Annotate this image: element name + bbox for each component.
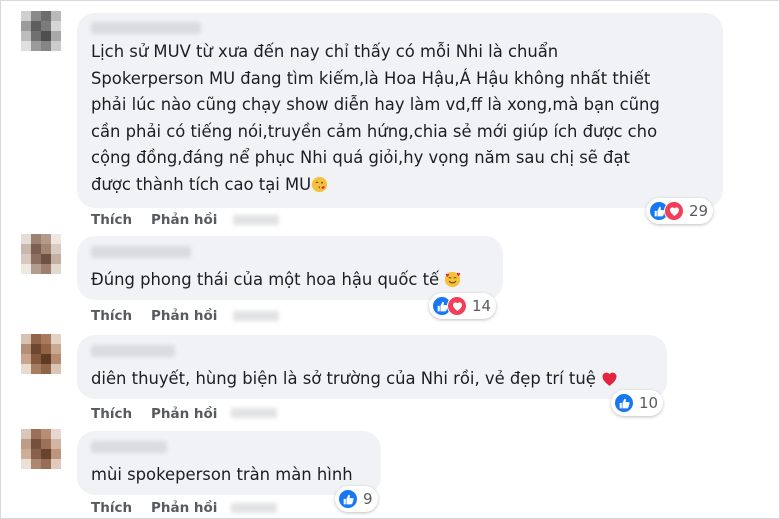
like-link[interactable]: Thích <box>91 500 132 516</box>
reaction-summary[interactable]: 14 <box>429 293 497 319</box>
like-link[interactable]: Thích <box>91 406 132 422</box>
like-link[interactable]: Thích <box>91 308 132 324</box>
kiss-face-emoji <box>311 175 328 202</box>
commenter-name[interactable] <box>91 22 201 34</box>
reply-link[interactable]: Phản hồi <box>151 500 217 516</box>
timestamp[interactable] <box>231 408 277 418</box>
comment-bubble: Lịch sử MUV từ xưa đến nay chỉ thấy có m… <box>77 13 723 208</box>
commenter-name[interactable] <box>91 441 167 453</box>
like-reaction-icon <box>614 393 634 413</box>
comment-thread: Lịch sử MUV từ xưa đến nay chỉ thấy có m… <box>0 0 780 519</box>
reply-link[interactable]: Phản hồi <box>151 212 217 228</box>
comment-text: diên thuyết, hùng biện là sở trường của … <box>91 366 665 396</box>
avatar[interactable] <box>21 429 61 469</box>
avatar[interactable] <box>21 11 61 51</box>
avatar[interactable] <box>21 234 61 274</box>
comment-bubble: mùi spokeperson tràn màn hình <box>77 431 381 495</box>
timestamp[interactable] <box>233 215 279 225</box>
love-reaction-icon <box>447 296 467 316</box>
comment-bubble: diên thuyết, hùng biện là sở trường của … <box>77 335 667 399</box>
reply-link[interactable]: Phản hồi <box>151 406 217 422</box>
love-reaction-icon <box>664 201 684 221</box>
reply-link[interactable]: Phản hồi <box>151 308 217 324</box>
reaction-count: 9 <box>363 490 373 508</box>
reaction-summary[interactable]: 10 <box>611 390 664 416</box>
comment-text: Lịch sử MUV từ xưa đến nay chỉ thấy có m… <box>91 39 717 201</box>
reaction-count: 10 <box>639 394 659 412</box>
comment-text: mùi spokeperson tràn màn hình <box>91 465 353 484</box>
reaction-summary[interactable]: 29 <box>646 198 714 224</box>
timestamp[interactable] <box>231 503 277 513</box>
comment-bubble: Đúng phong thái của một hoa hậu quốc tế <box>77 236 503 300</box>
avatar[interactable] <box>21 334 61 374</box>
commenter-name[interactable] <box>91 246 191 258</box>
reaction-summary[interactable]: 9 <box>335 486 378 512</box>
reaction-count: 29 <box>689 202 709 220</box>
reaction-count: 14 <box>472 297 492 315</box>
like-link[interactable]: Thích <box>91 212 132 228</box>
like-reaction-icon <box>338 489 358 509</box>
commenter-name[interactable] <box>91 345 175 357</box>
timestamp[interactable] <box>233 311 279 321</box>
comment-text: Đúng phong thái của một hoa hậu quốc tế <box>91 267 501 297</box>
